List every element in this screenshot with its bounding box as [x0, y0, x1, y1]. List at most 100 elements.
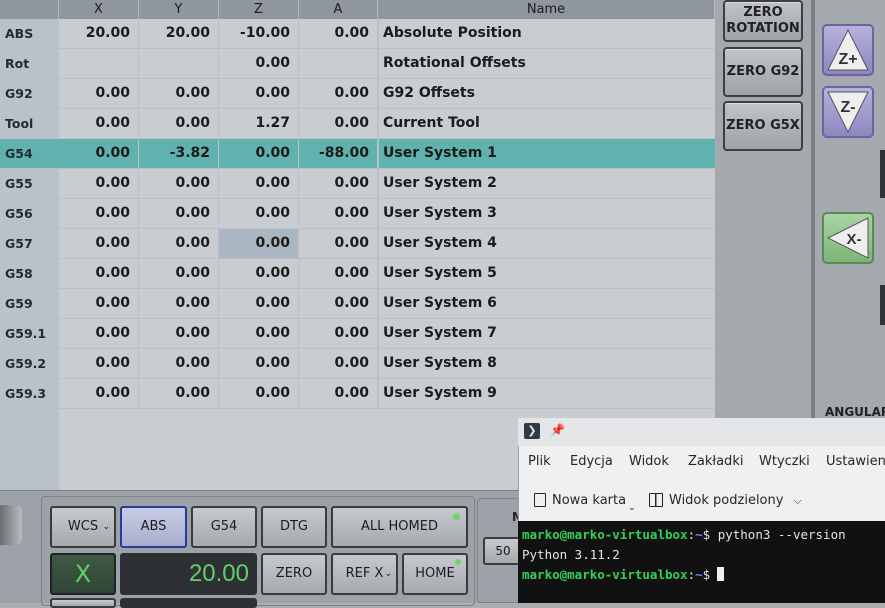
cell-y[interactable]: 0.00: [139, 289, 219, 318]
menu-edycja[interactable]: Edycja: [570, 446, 613, 478]
cell-name[interactable]: Absolute Position: [378, 19, 714, 48]
cell-name[interactable]: User System 9: [378, 379, 714, 408]
cell-z[interactable]: 0.00: [219, 49, 299, 78]
cell-x[interactable]: 0.00: [59, 379, 139, 408]
header-a[interactable]: A: [299, 0, 378, 19]
cell-name[interactable]: User System 8: [378, 349, 714, 378]
cell-y[interactable]: -3.82: [139, 139, 219, 168]
cell-a[interactable]: 0.00: [299, 169, 378, 198]
jog-z-minus-button[interactable]: Z-: [822, 86, 874, 138]
cell-y[interactable]: [139, 49, 219, 78]
table-row[interactable]: G92 0.00 0.00 0.00 0.00 G92 Offsets: [0, 79, 715, 109]
terminal-console[interactable]: marko@marko-virtualbox:~$ python3 --vers…: [518, 521, 885, 603]
cell-name[interactable]: User System 6: [378, 289, 714, 318]
cell-y[interactable]: 0.00: [139, 109, 219, 138]
terminal-titlebar[interactable]: ❯ 📌: [518, 418, 885, 446]
cell-x[interactable]: 0.00: [59, 139, 139, 168]
table-row[interactable]: G59 0.00 0.00 0.00 0.00 User System 6: [0, 289, 715, 319]
cell-x[interactable]: 0.00: [59, 109, 139, 138]
cell-a[interactable]: 0.00: [299, 319, 378, 348]
abs-button[interactable]: ABS: [120, 506, 187, 548]
jog-x-minus-button[interactable]: X-: [822, 212, 874, 264]
cell-x[interactable]: 0.00: [59, 259, 139, 288]
cell-name[interactable]: User System 5: [378, 259, 714, 288]
table-row[interactable]: G57 0.00 0.00 0.00 0.00 User System 4: [0, 229, 715, 259]
cell-a[interactable]: [299, 49, 378, 78]
cell-a[interactable]: 0.00: [299, 259, 378, 288]
cell-z[interactable]: 0.00: [219, 199, 299, 228]
header-name[interactable]: Name: [378, 0, 715, 19]
table-row[interactable]: G58 0.00 0.00 0.00 0.00 User System 5: [0, 259, 715, 289]
pin-icon[interactable]: 📌: [550, 423, 565, 437]
cell-name[interactable]: Current Tool: [378, 109, 714, 138]
table-row[interactable]: G59.2 0.00 0.00 0.00 0.00 User System 8: [0, 349, 715, 379]
home-x-button[interactable]: HOME: [402, 553, 468, 595]
g54-button[interactable]: G54: [191, 506, 257, 548]
cell-name[interactable]: User System 2: [378, 169, 714, 198]
cell-z[interactable]: 0.00: [219, 289, 299, 318]
split-view-button[interactable]: Widok podzielony ⌵: [649, 491, 802, 511]
cell-y[interactable]: 0.00: [139, 259, 219, 288]
cell-a[interactable]: 0.00: [299, 199, 378, 228]
cell-z[interactable]: 0.00: [219, 229, 299, 258]
cell-x[interactable]: 0.00: [59, 349, 139, 378]
wcs-button[interactable]: WCS ⌄: [50, 506, 116, 548]
cell-z[interactable]: 0.00: [219, 139, 299, 168]
header-z[interactable]: Z: [219, 0, 299, 19]
cell-z[interactable]: 0.00: [219, 349, 299, 378]
cell-x[interactable]: 0.00: [59, 289, 139, 318]
zero-axis-button[interactable]: ZERO: [261, 553, 327, 595]
zero-g92-button[interactable]: ZERO G92: [723, 47, 803, 97]
menu-wtyczki[interactable]: Wtyczki: [759, 446, 810, 478]
cell-y[interactable]: 0.00: [139, 199, 219, 228]
scroll-handle[interactable]: [880, 150, 885, 198]
cell-x[interactable]: 0.00: [59, 79, 139, 108]
cell-a[interactable]: 0.00: [299, 229, 378, 258]
cell-y[interactable]: 0.00: [139, 229, 219, 258]
cell-x[interactable]: 20.00: [59, 19, 139, 48]
cell-name[interactable]: User System 7: [378, 319, 714, 348]
new-tab-button[interactable]: Nowa karta ⌄: [534, 491, 636, 513]
cell-a[interactable]: -88.00: [299, 139, 378, 168]
cell-name[interactable]: User System 4: [378, 229, 714, 258]
cell-z[interactable]: -10.00: [219, 19, 299, 48]
cell-z[interactable]: 0.00: [219, 79, 299, 108]
table-row[interactable]: G59.1 0.00 0.00 0.00 0.00 User System 7: [0, 319, 715, 349]
cell-a[interactable]: 0.00: [299, 289, 378, 318]
cell-y[interactable]: 0.00: [139, 379, 219, 408]
cell-z[interactable]: 0.00: [219, 319, 299, 348]
cell-x[interactable]: 0.00: [59, 319, 139, 348]
table-row[interactable]: ABS 20.00 20.00 -10.00 0.00 Absolute Position: [0, 19, 715, 49]
cell-y[interactable]: 0.00: [139, 319, 219, 348]
table-row[interactable]: G54 0.00 -3.82 0.00 -88.00 User System 1: [0, 139, 715, 169]
cell-z[interactable]: 1.27: [219, 109, 299, 138]
rate-50-button[interactable]: 50: [483, 537, 523, 565]
cell-x[interactable]: 0.00: [59, 229, 139, 258]
cell-y[interactable]: 20.00: [139, 19, 219, 48]
cell-x[interactable]: 0.00: [59, 199, 139, 228]
cell-y[interactable]: 0.00: [139, 169, 219, 198]
cell-name[interactable]: G92 Offsets: [378, 79, 714, 108]
cell-z[interactable]: 0.00: [219, 169, 299, 198]
table-row[interactable]: Rot 0.00 Rotational Offsets: [0, 49, 715, 79]
jog-z-plus-button[interactable]: Z+: [822, 24, 874, 76]
cell-z[interactable]: 0.00: [219, 259, 299, 288]
ref-x-button[interactable]: REF X ⌄: [331, 553, 398, 595]
table-row[interactable]: G55 0.00 0.00 0.00 0.00 User System 2: [0, 169, 715, 199]
axis-y-button[interactable]: [50, 598, 116, 608]
zero-rotation-button[interactable]: ZERO ROTATION: [723, 0, 803, 42]
cell-name[interactable]: Rotational Offsets: [378, 49, 714, 78]
cell-y[interactable]: 0.00: [139, 349, 219, 378]
cell-a[interactable]: 0.00: [299, 109, 378, 138]
dtg-button[interactable]: DTG: [261, 506, 327, 548]
menu-plik[interactable]: Plik: [528, 446, 551, 478]
table-row[interactable]: Tool 0.00 0.00 1.27 0.00 Current Tool: [0, 109, 715, 139]
cell-y[interactable]: 0.00: [139, 79, 219, 108]
menu-widok[interactable]: Widok: [629, 446, 669, 478]
cell-a[interactable]: 0.00: [299, 349, 378, 378]
zero-g5x-button[interactable]: ZERO G5X: [723, 101, 803, 151]
menu-ustawienia[interactable]: Ustawienia: [826, 446, 885, 478]
table-row[interactable]: G56 0.00 0.00 0.00 0.00 User System 3: [0, 199, 715, 229]
table-row[interactable]: G59.3 0.00 0.00 0.00 0.00 User System 9: [0, 379, 715, 409]
cell-a[interactable]: 0.00: [299, 379, 378, 408]
